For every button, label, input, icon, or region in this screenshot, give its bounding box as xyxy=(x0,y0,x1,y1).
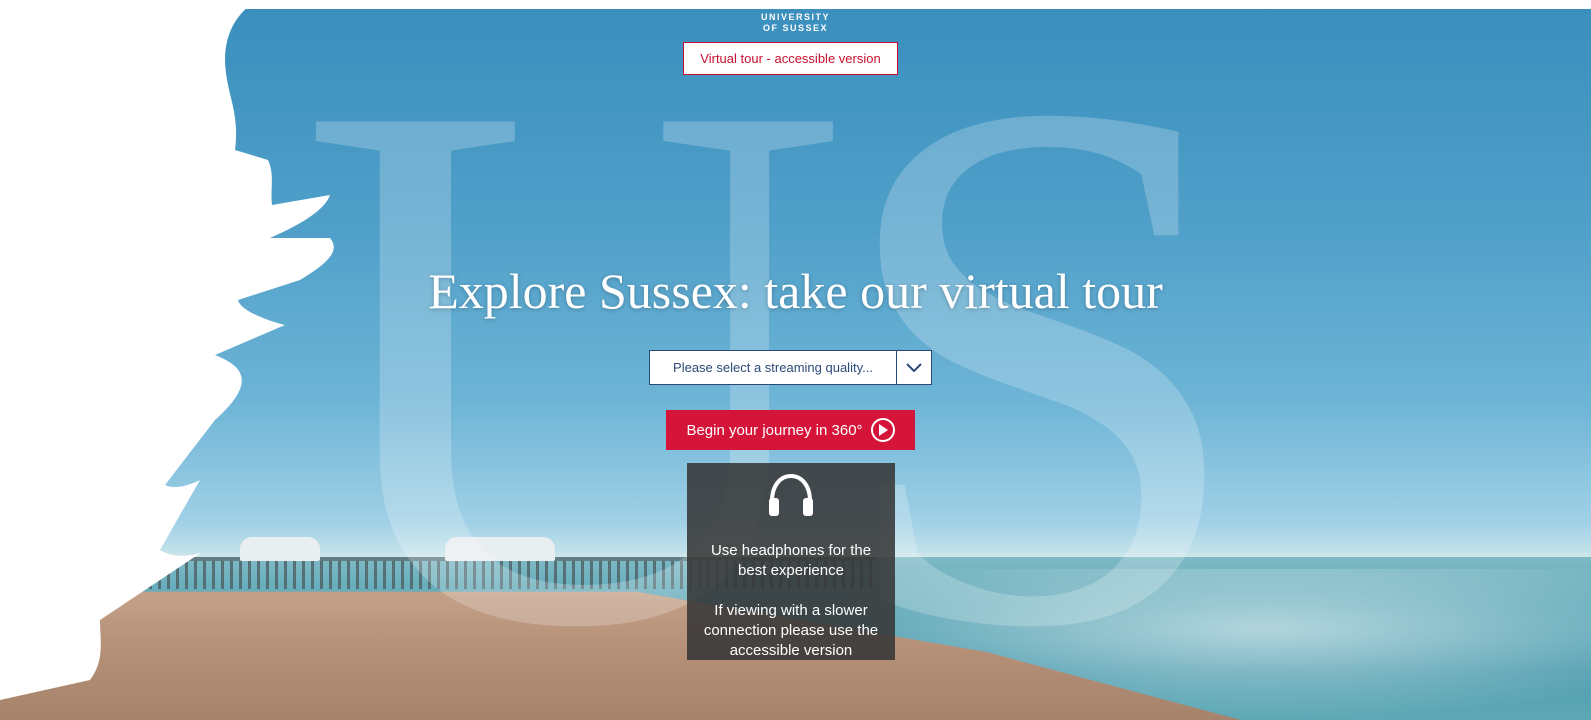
chevron-down-icon xyxy=(906,362,922,372)
logo-line-2: OF SUSSEX xyxy=(762,23,828,33)
streaming-quality-select[interactable]: Please select a streaming quality... xyxy=(649,350,932,385)
headphones-tip: Use headphones for the best experience xyxy=(710,542,872,579)
begin-journey-label: Begin your journey in 360° xyxy=(686,421,863,439)
logo-line-1: UNIVERSITY xyxy=(760,12,830,22)
page-title: Explore Sussex: take our virtual tour xyxy=(428,263,1163,319)
dropdown-toggle[interactable] xyxy=(896,351,931,384)
connection-tip: If viewing with a slower connection plea… xyxy=(703,602,879,659)
play-icon xyxy=(870,418,895,442)
university-logo[interactable]: UNIVERSITY OF SUSSEX xyxy=(0,12,1591,34)
headphones-icon xyxy=(687,471,895,521)
headphones-info-panel: Use headphones for the best experience I… xyxy=(687,463,895,660)
begin-journey-button[interactable]: Begin your journey in 360° xyxy=(666,410,915,450)
accessible-version-button[interactable]: Virtual tour - accessible version xyxy=(683,42,898,75)
streaming-quality-placeholder: Please select a streaming quality... xyxy=(673,360,873,375)
